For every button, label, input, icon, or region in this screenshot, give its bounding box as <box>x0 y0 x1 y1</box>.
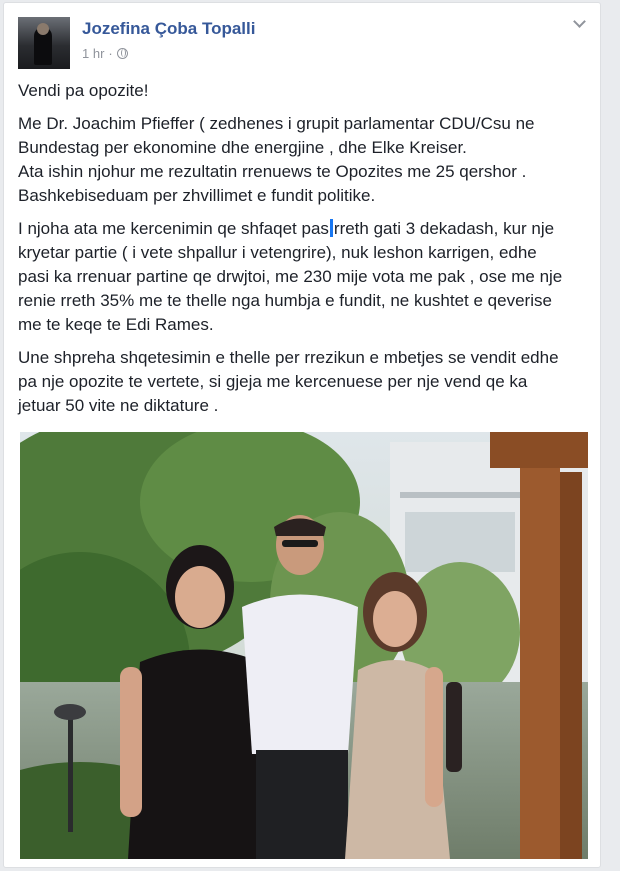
avatar[interactable] <box>18 17 70 69</box>
text-line: renie rreth 35% me te thelle nga humbja … <box>18 291 552 310</box>
globe-icon[interactable] <box>116 48 128 59</box>
text-line: pa nje opozite te vertete, si gjeja me k… <box>18 372 528 391</box>
post-photo[interactable] <box>20 432 588 859</box>
post-time[interactable]: 1 hr <box>82 46 104 61</box>
post-paragraph-3: I njoha ata me kercenimin qe shfaqet pas… <box>18 217 590 337</box>
text-line: Vendi pa opozite! <box>18 81 149 100</box>
post-text: Vendi pa opozite! Me Dr. Joachim Pfieffe… <box>18 79 590 427</box>
text-line: me te keqe te Edi Rames. <box>18 315 214 334</box>
text-line: pasi ka rrenuar partine qe drwjtoi, me 2… <box>18 267 563 286</box>
chevron-down-icon[interactable] <box>572 15 586 29</box>
post-card: Jozefina Çoba Topalli 1 hr · Vendi pa op… <box>3 2 601 868</box>
meta-separator: · <box>108 46 113 61</box>
text-cursor <box>329 219 333 237</box>
avatar-head <box>37 23 49 35</box>
text-line: Bundestag per ekonomine dhe energjine , … <box>18 138 467 157</box>
text-line: rreth gati 3 dekadash, kur nje <box>333 219 555 238</box>
post-paragraph-2: Me Dr. Joachim Pfieffer ( zedhenes i gru… <box>18 112 590 208</box>
post-paragraph-4: Une shpreha shqetesimin e thelle per rre… <box>18 346 590 418</box>
photo-illustration <box>20 432 588 859</box>
text-line: jetuar 50 vite ne diktature . <box>18 396 219 415</box>
text-line: I njoha ata me kercenimin qe shfaqet pas <box>18 219 329 238</box>
text-line: Ata ishin njohur me rezultatin rrenuews … <box>18 162 527 181</box>
text-line: kryetar partie ( i vete shpallur i veten… <box>18 243 537 262</box>
author-name[interactable]: Jozefina Çoba Topalli <box>82 19 255 39</box>
text-line: Me Dr. Joachim Pfieffer ( zedhenes i gru… <box>18 114 535 133</box>
text-line: Une shpreha shqetesimin e thelle per rre… <box>18 348 559 367</box>
post-meta: 1 hr · <box>82 46 128 61</box>
post-paragraph-1: Vendi pa opozite! <box>18 79 590 103</box>
text-line: Bashkebiseduam per zhvillimet e fundit p… <box>18 186 376 205</box>
